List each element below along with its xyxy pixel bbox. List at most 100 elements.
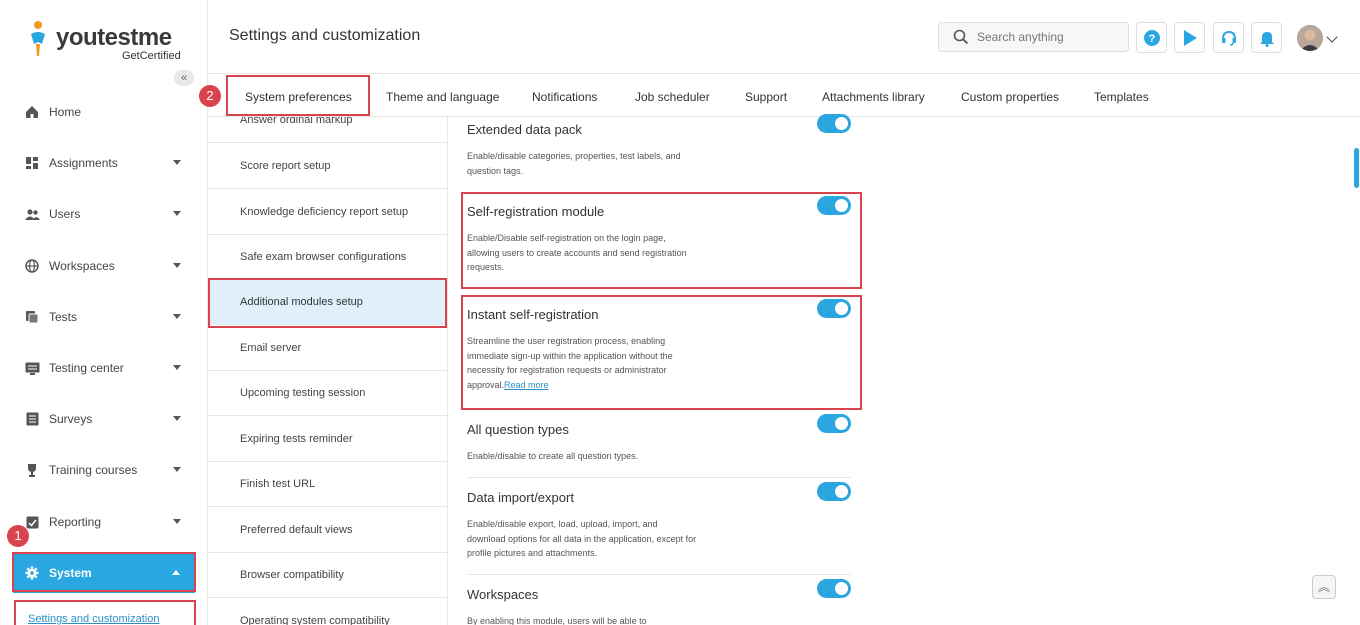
header: Settings and customization Search anythi…	[208, 0, 1360, 74]
list-item[interactable]: Finish test URL	[208, 461, 447, 507]
all-question-types-toggle[interactable]	[817, 414, 851, 433]
chevron-down-icon	[173, 467, 181, 472]
list-item[interactable]: Safe exam browser configurations	[208, 234, 447, 280]
testing-center-icon	[24, 360, 40, 376]
globe-icon	[24, 258, 40, 274]
surveys-icon	[24, 411, 40, 427]
collapse-sidebar-button[interactable]: «	[174, 70, 194, 86]
home-icon	[24, 104, 40, 120]
chevron-down-icon	[173, 211, 181, 216]
logo-text: youtestme	[56, 24, 172, 51]
tests-icon	[24, 309, 40, 325]
settings-tabs: System preferences Theme and language No…	[208, 75, 1360, 117]
play-icon	[1183, 29, 1197, 46]
divider	[467, 477, 851, 478]
sidebar-item-users[interactable]: Users	[0, 194, 208, 234]
sidebar-item-testing-center[interactable]: Testing center	[0, 348, 208, 388]
sidebar-item-assignments[interactable]: Assignments	[0, 143, 208, 183]
logo-mark-icon	[31, 21, 45, 56]
tab-support[interactable]: Support	[745, 75, 787, 117]
list-item[interactable]: Knowledge deficiency report setup	[208, 189, 447, 235]
sidebar-item-workspaces[interactable]: Workspaces	[0, 246, 208, 286]
chevron-down-icon	[173, 314, 181, 319]
module-description: Enable/disable to create all question ty…	[467, 451, 639, 461]
sidebar-item-surveys[interactable]: Surveys	[0, 399, 208, 439]
module-title: Extended data pack	[467, 122, 582, 137]
page-title: Settings and customization	[229, 27, 421, 44]
sidebar-item-label: Home	[49, 105, 82, 119]
sidebar-item-label: Training courses	[49, 463, 138, 477]
headset-icon	[1221, 30, 1236, 46]
avatar[interactable]	[1297, 25, 1323, 51]
module-description: By enabling this module, users will be a…	[467, 616, 647, 625]
tutorial-button[interactable]	[1174, 22, 1205, 53]
step-badge-1: 1	[7, 525, 29, 547]
chevron-down-icon[interactable]	[1326, 31, 1338, 43]
list-item-selected[interactable]: Additional modules setup	[208, 279, 447, 325]
read-more-link[interactable]: Read more	[504, 380, 549, 390]
module-description: Enable/disable categories, properties, t…	[467, 151, 681, 176]
module-title: Self-registration module	[467, 204, 605, 219]
sidebar-item-home[interactable]: Home	[0, 92, 208, 132]
list-item[interactable]: Answer ordinal markup	[208, 117, 447, 143]
sidebar-item-label: System	[49, 566, 92, 580]
list-item[interactable]: Expiring tests reminder	[208, 416, 447, 462]
sidebar-item-label: Testing center	[49, 361, 124, 375]
tab-templates[interactable]: Templates	[1094, 75, 1149, 117]
logo-subtitle: GetCertified	[122, 50, 181, 62]
instant-self-registration-toggle[interactable]	[817, 299, 851, 318]
list-item[interactable]: Upcoming testing session	[208, 370, 447, 416]
sidebar-item-system[interactable]: System	[13, 553, 195, 593]
list-item[interactable]: Browser compatibility	[208, 552, 447, 598]
users-icon	[24, 206, 40, 222]
list-item[interactable]: Preferred default views	[208, 507, 447, 553]
list-item[interactable]: Operating system compatibility	[208, 598, 447, 625]
settings-category-list: Answer ordinal markup Score report setup…	[208, 117, 448, 625]
trophy-icon	[24, 462, 40, 478]
search-placeholder: Search anything	[977, 30, 1064, 44]
help-icon: ?	[1143, 29, 1160, 46]
module-title: Data import/export	[467, 490, 574, 505]
help-button[interactable]: ?	[1136, 22, 1167, 53]
tab-theme-and-language[interactable]: Theme and language	[386, 75, 499, 117]
list-item[interactable]: Email server	[208, 325, 447, 371]
tab-system-preferences[interactable]: System preferences	[245, 75, 352, 117]
sidebar-item-training-courses[interactable]: Training courses	[0, 450, 208, 490]
module-description: Streamline the user registration process…	[467, 334, 697, 392]
module-title: Instant self-registration	[467, 307, 599, 322]
sidebar-item-label: Surveys	[49, 412, 93, 426]
sidebar-item-reporting[interactable]: Reporting	[0, 502, 208, 542]
module-title: Workspaces	[467, 587, 539, 602]
sidebar-sublink-settings[interactable]: Settings and customization	[14, 600, 196, 625]
notifications-button[interactable]	[1251, 22, 1282, 53]
tab-attachments-library[interactable]: Attachments library	[822, 75, 925, 117]
sidebar-item-label: Users	[49, 207, 81, 221]
sidebar: youtestme GetCertified « Home Assignment…	[0, 0, 208, 625]
workspaces-toggle[interactable]	[817, 579, 851, 598]
assignments-icon	[24, 155, 40, 171]
chevron-down-icon	[173, 416, 181, 421]
tab-job-scheduler[interactable]: Job scheduler	[635, 75, 710, 117]
tab-custom-properties[interactable]: Custom properties	[961, 75, 1059, 117]
sidebar-item-label: Workspaces	[49, 259, 115, 273]
extended-data-pack-toggle[interactable]	[817, 114, 851, 133]
module-self-registration: Self-registration module Enable/Disable …	[467, 196, 851, 275]
data-import-export-toggle[interactable]	[817, 482, 851, 501]
search-input[interactable]: Search anything	[938, 22, 1129, 52]
bell-icon	[1259, 31, 1274, 47]
svg-text:?: ?	[1148, 33, 1155, 45]
scroll-to-top-button[interactable]: ︽	[1312, 575, 1336, 599]
self-registration-toggle[interactable]	[817, 196, 851, 215]
module-description-text: Streamline the user registration process…	[467, 336, 673, 390]
sidebar-item-tests[interactable]: Tests	[0, 297, 208, 337]
module-data-import-export: Data import/export Enable/disable export…	[467, 482, 851, 561]
user-avatar-icon	[1297, 25, 1323, 51]
module-extended-data-pack: Extended data pack Enable/disable catego…	[467, 114, 851, 178]
list-item[interactable]: Score report setup	[208, 143, 447, 189]
chevron-down-icon	[173, 263, 181, 268]
search-icon	[953, 29, 969, 45]
gear-icon	[24, 565, 40, 581]
scrollbar-thumb[interactable]	[1354, 148, 1359, 188]
tab-notifications[interactable]: Notifications	[532, 75, 597, 117]
support-button[interactable]	[1213, 22, 1244, 53]
